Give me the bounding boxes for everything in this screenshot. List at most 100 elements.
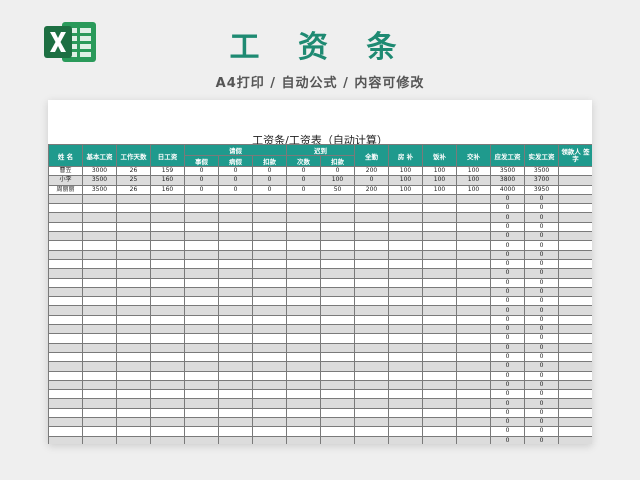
table-cell	[388, 314, 424, 326]
table-cell: 3500	[524, 165, 560, 177]
table-cell	[251, 314, 288, 326]
table-cell	[354, 305, 390, 316]
table-cell	[184, 193, 219, 205]
table-cell	[286, 333, 322, 344]
table-cell	[320, 426, 356, 437]
table-cell	[286, 286, 322, 298]
table-cell	[48, 398, 83, 409]
table-cell	[184, 231, 219, 242]
table-cell	[184, 268, 219, 279]
table-cell	[456, 351, 492, 363]
table-cell	[116, 240, 151, 251]
table-cell	[218, 324, 253, 335]
col-late-deduction: 扣款	[320, 155, 356, 167]
table-cell	[116, 249, 151, 260]
table-cell	[218, 286, 253, 298]
table-cell: 100	[388, 175, 424, 186]
table-cell	[218, 398, 253, 409]
table-row: 00	[48, 324, 592, 335]
table-row: 00	[48, 370, 592, 381]
table-cell	[218, 277, 253, 288]
table-cell	[422, 231, 458, 242]
table-cell	[388, 379, 424, 391]
table-cell	[558, 407, 592, 419]
table-cell	[422, 324, 458, 335]
table-cell: 26	[116, 165, 151, 177]
table-cell: 0	[286, 184, 322, 195]
table-cell: 0	[524, 342, 560, 353]
table-cell	[388, 249, 424, 260]
table-cell	[251, 193, 288, 205]
table-cell	[388, 305, 424, 316]
table-cell	[354, 416, 390, 428]
table-cell	[48, 296, 83, 307]
table-cell: 100	[388, 165, 424, 177]
table-cell	[320, 240, 356, 251]
table-cell	[150, 342, 185, 353]
table-cell	[388, 268, 424, 279]
table-cell	[82, 379, 117, 391]
table-cell	[116, 305, 151, 316]
table-cell	[558, 221, 592, 233]
table-cell	[354, 212, 390, 223]
table-cell	[388, 416, 424, 428]
table-cell	[558, 184, 592, 195]
table-row: 00	[48, 268, 592, 279]
table-cell	[82, 212, 117, 223]
table-cell	[286, 268, 322, 279]
table-cell	[456, 435, 492, 444]
table-cell	[82, 351, 117, 363]
table-row: 00	[48, 361, 592, 372]
table-cell	[184, 361, 219, 372]
table-cell	[82, 231, 117, 242]
table-cell	[558, 379, 592, 391]
table-cell	[251, 296, 288, 307]
table-cell	[422, 389, 458, 400]
table-cell	[354, 249, 390, 260]
table-cell	[456, 193, 492, 205]
table-cell: 周丽丽	[48, 184, 83, 195]
table-cell	[388, 258, 424, 270]
table-cell	[150, 240, 185, 251]
table-cell	[286, 435, 322, 444]
table-cell	[456, 361, 492, 372]
table-cell	[150, 361, 185, 372]
table-cell	[150, 398, 185, 409]
table-cell	[558, 342, 592, 353]
table-cell	[320, 351, 356, 363]
table-cell	[48, 435, 83, 444]
table-cell: 3950	[524, 184, 560, 195]
table-row: 00	[48, 258, 592, 270]
table-cell	[558, 296, 592, 307]
spreadsheet-preview: 工资条/工资表（自动计算） 姓 名 基本工资 工作天数 日工资 请假 迟到 全勤…	[48, 100, 592, 444]
table-cell	[251, 277, 288, 288]
table-cell: 3500	[82, 175, 117, 186]
table-cell: 0	[490, 342, 526, 353]
table-cell	[456, 407, 492, 419]
table-cell	[286, 221, 322, 233]
col-net-pay: 实发工资	[524, 144, 560, 167]
table-cell	[422, 342, 458, 353]
table-cell	[218, 361, 253, 372]
table-cell: 0	[286, 165, 322, 177]
table-cell	[184, 389, 219, 400]
table-row: 00	[48, 342, 592, 353]
table-cell	[388, 296, 424, 307]
table-cell	[150, 296, 185, 307]
table-cell	[184, 398, 219, 409]
table-cell	[218, 212, 253, 223]
table-cell: 0	[218, 165, 253, 177]
table-cell	[558, 351, 592, 363]
table-cell	[320, 314, 356, 326]
table-cell	[388, 286, 424, 298]
table-cell: 50	[320, 184, 356, 195]
table-cell: 0	[524, 370, 560, 381]
table-cell: 0	[524, 416, 560, 428]
table-cell: 0	[490, 277, 526, 288]
table-cell	[422, 268, 458, 279]
table-cell	[320, 277, 356, 288]
table-cell	[286, 379, 322, 391]
table-cell	[184, 333, 219, 344]
table-cell	[456, 426, 492, 437]
table-cell: 0	[490, 351, 526, 363]
